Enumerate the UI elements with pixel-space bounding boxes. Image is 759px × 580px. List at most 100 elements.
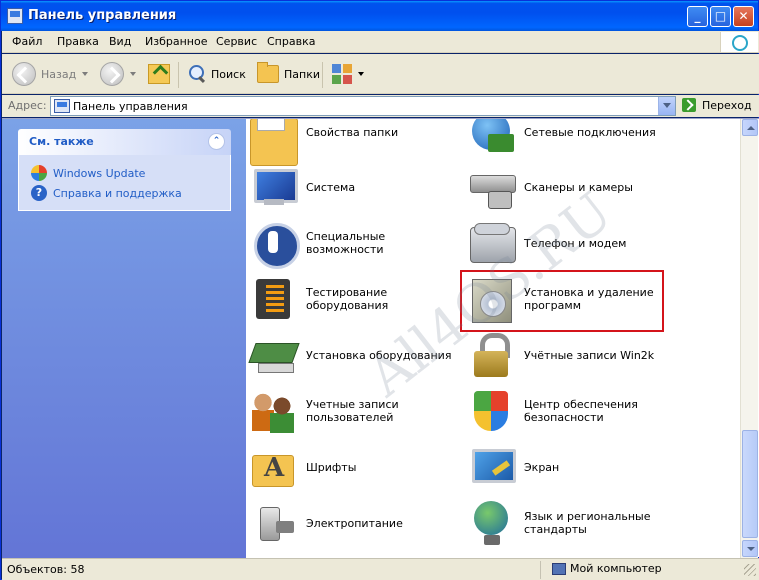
menu-bar: Файл Правка Вид Избранное Сервис Справка (2, 31, 759, 53)
status-bar: Объектов: 58 Мой компьютер (2, 558, 759, 580)
item-label: Установка оборудования (306, 348, 452, 362)
my-computer-icon (552, 562, 566, 575)
security-center-icon (468, 387, 516, 435)
item-hardware-test[interactable]: Тестирование оборудования (250, 274, 464, 324)
toolbar: Назад Поиск Папки (2, 54, 759, 94)
window-title: Панель управления (28, 8, 177, 23)
minimize-button[interactable]: _ (687, 6, 708, 27)
control-panel-icon (54, 99, 70, 113)
help-icon: ? (31, 185, 47, 201)
item-power-options[interactable]: Электропитание (250, 498, 460, 548)
item-phone-modem[interactable]: Телефон и модем (468, 218, 678, 268)
item-add-hardware[interactable]: Установка оборудования (250, 330, 460, 380)
item-display[interactable]: Экран (468, 442, 678, 492)
scanners-cameras-icon (468, 163, 516, 211)
network-connections-icon (468, 119, 516, 156)
folders-icon (257, 62, 279, 83)
toolbar-separator (178, 62, 179, 88)
item-win2k-accounts[interactable]: Учётные записи Win2k (468, 330, 678, 380)
item-label: Экран (524, 460, 560, 474)
back-label: Назад (41, 67, 77, 81)
highlight-frame (460, 270, 664, 332)
windows-update-label: Windows Update (53, 166, 146, 180)
item-system[interactable]: Система (250, 162, 460, 212)
item-label: Язык и региональные стандарты (524, 510, 651, 536)
control-panel-window: Панель управления _ □ ✕ Файл Правка Вид … (0, 0, 759, 580)
menu-favorites[interactable]: Избранное (145, 35, 207, 48)
scroll-down-button[interactable] (742, 540, 758, 557)
chevron-down-icon[interactable] (82, 72, 89, 76)
add-hardware-icon (250, 331, 298, 379)
user-accounts-icon (250, 387, 298, 435)
phone-modem-icon (468, 219, 516, 267)
views-icon (332, 64, 352, 84)
power-options-icon (250, 499, 298, 547)
address-bar: Адрес: Панель управления Переход (2, 95, 759, 117)
help-support-label: Справка и поддержка (53, 186, 182, 200)
status-location: Мой компьютер (552, 562, 662, 575)
address-value: Панель управления (73, 100, 188, 113)
search-label: Поиск (211, 67, 246, 81)
item-label: Сетевые подключения (524, 125, 656, 139)
search-button[interactable]: Поиск (188, 60, 246, 88)
toolbar-separator (322, 62, 323, 88)
forward-arrow-icon (100, 62, 124, 86)
fonts-icon (250, 443, 298, 491)
back-button[interactable]: Назад (12, 60, 89, 88)
status-divider (540, 561, 541, 579)
see-also-links: Windows Update ? Справка и поддержка (18, 155, 231, 211)
maximize-button[interactable]: □ (710, 6, 731, 27)
menu-file[interactable]: Файл (12, 35, 42, 48)
collapse-icon[interactable]: ⌃ (208, 133, 225, 150)
go-label: Переход (702, 98, 752, 112)
chevron-down-icon[interactable] (358, 72, 364, 76)
address-dropdown-button[interactable] (658, 97, 675, 115)
folders-button[interactable]: Папки (257, 60, 320, 88)
see-also-header[interactable]: См. также ⌃ (18, 129, 231, 155)
win2k-accounts-icon (468, 331, 516, 379)
item-label: Свойства папки (306, 125, 399, 139)
menu-view[interactable]: Вид (109, 35, 131, 48)
menu-tools[interactable]: Сервис (216, 35, 257, 48)
go-button[interactable]: Переход (682, 98, 752, 112)
resize-grip-icon[interactable] (744, 564, 756, 576)
status-location-label: Мой компьютер (570, 562, 662, 575)
up-folder-button[interactable] (148, 60, 170, 88)
item-scanners-cameras[interactable]: Сканеры и камеры (468, 162, 678, 212)
item-accessibility[interactable]: Специальные возможности (250, 218, 460, 269)
help-support-link[interactable]: ? Справка и поддержка (31, 183, 230, 203)
back-arrow-icon (12, 62, 36, 86)
item-network-connections[interactable]: Сетевые подключения (468, 119, 678, 157)
hardware-test-icon (250, 275, 298, 323)
item-label: Центр обеспечения безопасности (524, 398, 638, 424)
item-label: Учетные записи пользователей (306, 398, 399, 424)
accessibility-icon (250, 219, 300, 269)
title-bar[interactable]: Панель управления _ □ ✕ (1, 1, 758, 31)
address-field[interactable]: Панель управления (50, 96, 676, 116)
scroll-thumb[interactable] (742, 430, 758, 538)
chevron-down-icon[interactable] (130, 72, 136, 76)
control-panel-items: Свойства папки Сетевые подключения Систе… (246, 119, 740, 558)
close-button[interactable]: ✕ (733, 6, 754, 27)
menu-edit[interactable]: Правка (57, 35, 99, 48)
system-icon (250, 163, 298, 211)
search-icon (188, 65, 206, 83)
address-label: Адрес: (8, 99, 47, 112)
views-button[interactable] (332, 60, 364, 88)
scroll-up-button[interactable] (742, 119, 758, 136)
item-label: Тестирование оборудования (306, 286, 389, 312)
item-label: Специальные возможности (306, 230, 386, 256)
item-user-accounts[interactable]: Учетные записи пользователей (250, 386, 460, 436)
vertical-scrollbar[interactable] (740, 119, 758, 558)
forward-button[interactable] (100, 60, 136, 88)
item-regional-options[interactable]: Язык и региональные стандарты (468, 498, 678, 548)
item-fonts[interactable]: Шрифты (250, 442, 460, 492)
item-label: Телефон и модем (524, 236, 627, 250)
windows-update-link[interactable]: Windows Update (31, 163, 230, 183)
menu-help[interactable]: Справка (267, 35, 315, 48)
go-arrow-icon (682, 98, 696, 112)
see-also-panel: См. также ⌃ Windows Update ? Справка и п… (18, 129, 231, 211)
item-label: Учётные записи Win2k (524, 348, 655, 362)
item-folder-options[interactable]: Свойства папки (250, 119, 460, 166)
item-security-center[interactable]: Центр обеспечения безопасности (468, 386, 678, 436)
